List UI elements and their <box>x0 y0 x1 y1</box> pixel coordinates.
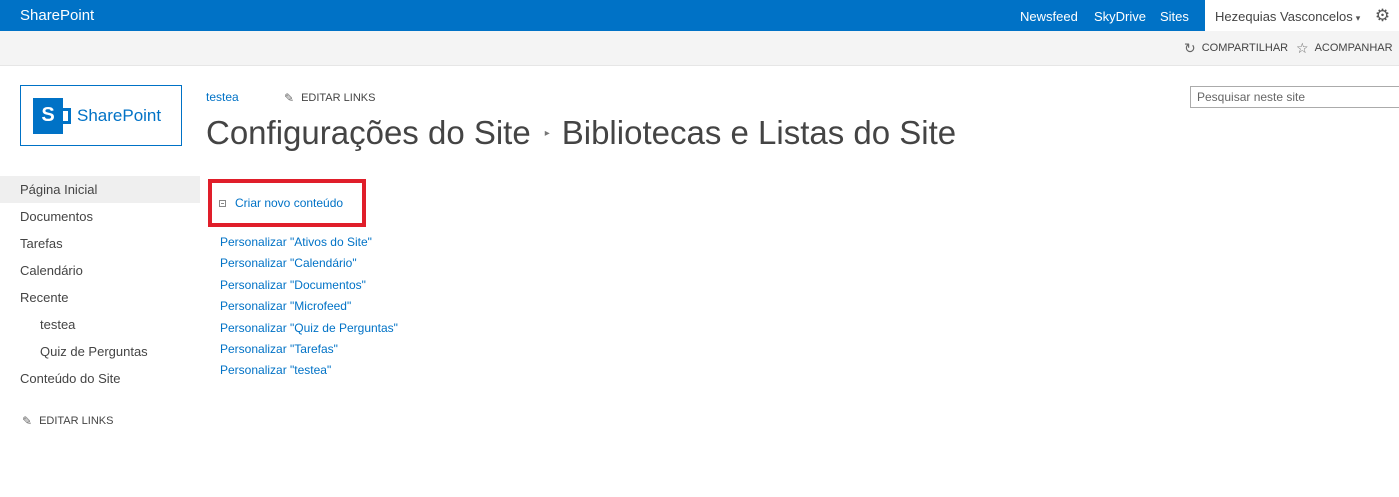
nav-item-documents[interactable]: Documentos <box>0 203 200 230</box>
nav-item-tasks[interactable]: Tarefas <box>0 230 200 257</box>
nav-item-quiz[interactable]: Quiz de Perguntas <box>0 338 200 365</box>
left-navigation: Página Inicial Documentos Tarefas Calend… <box>0 176 200 392</box>
customize-calendar-link[interactable]: Personalizar "Calendário" <box>220 255 398 276</box>
site-logo[interactable]: S SharePoint <box>20 85 182 146</box>
sites-link[interactable]: Sites <box>1160 9 1189 24</box>
create-new-content-label: Criar novo conteúdo <box>235 196 344 210</box>
pencil-icon: ✎ <box>22 414 33 428</box>
edit-links-left-label: EDITAR LINKS <box>39 415 114 427</box>
search-input[interactable] <box>1190 86 1399 108</box>
logo-text: SharePoint <box>77 105 162 125</box>
skydrive-link[interactable]: SkyDrive <box>1094 9 1146 24</box>
pencil-icon: ✎ <box>284 91 295 105</box>
ribbon-bar: ↻ COMPARTILHAR ☆ ACOMPANHAR <box>0 31 1399 66</box>
share-icon: ↻ <box>1184 39 1196 56</box>
title-site-settings-link[interactable]: Configurações do Site <box>206 114 531 152</box>
edit-links-top-label: EDITAR LINKS <box>301 92 376 104</box>
follow-button[interactable]: ☆ ACOMPANHAR <box>1296 39 1393 56</box>
topnav-link-testea[interactable]: testea <box>206 90 239 104</box>
sharepoint-logo-icon: S <box>33 97 71 134</box>
title-current-page: Bibliotecas e Listas do Site <box>561 114 957 151</box>
nav-item-home[interactable]: Página Inicial <box>0 176 200 203</box>
nav-item-site-contents[interactable]: Conteúdo do Site <box>0 365 200 392</box>
user-name: Hezequias Vasconcelos <box>1215 9 1353 24</box>
star-icon: ☆ <box>1296 39 1309 56</box>
customize-quiz-link[interactable]: Personalizar "Quiz de Perguntas" <box>220 320 398 341</box>
edit-links-left-button[interactable]: ✎ EDITAR LINKS <box>22 414 113 428</box>
customize-tasks-link[interactable]: Personalizar "Tarefas" <box>220 341 398 362</box>
page-title: Configurações do Site ▸ Bibliotecas e Li… <box>206 114 956 152</box>
newsfeed-link[interactable]: Newsfeed <box>1020 9 1078 24</box>
customize-documents-link[interactable]: Personalizar "Documentos" <box>220 277 398 298</box>
nav-item-calendar[interactable]: Calendário <box>0 257 200 284</box>
user-menu[interactable]: Hezequias Vasconcelos ▾ <box>1205 0 1366 31</box>
edit-links-top-button[interactable]: ✎ EDITAR LINKS <box>284 91 375 105</box>
customize-site-assets-link[interactable]: Personalizar "Ativos do Site" <box>220 234 398 255</box>
gear-icon[interactable]: ⚙ <box>1366 0 1399 31</box>
chevron-down-icon: ▾ <box>1355 13 1361 23</box>
breadcrumb-separator-icon: ▸ <box>544 127 550 139</box>
nav-item-recent[interactable]: Recente <box>0 284 200 311</box>
share-label: COMPARTILHAR <box>1201 42 1289 54</box>
suite-brand[interactable]: SharePoint <box>20 7 94 24</box>
suite-bar: SharePoint Newsfeed SkyDrive Sites Hezeq… <box>0 0 1399 31</box>
expand-icon <box>219 199 226 207</box>
nav-item-testea[interactable]: testea <box>0 311 200 338</box>
customize-microfeed-link[interactable]: Personalizar "Microfeed" <box>220 298 398 319</box>
customize-testea-link[interactable]: Personalizar "testea" <box>220 362 398 383</box>
create-new-content-link[interactable]: Criar novo conteúdo <box>219 196 343 210</box>
customize-links-list: Personalizar "Ativos do Site" Personaliz… <box>220 234 398 384</box>
follow-label: ACOMPANHAR <box>1314 42 1393 54</box>
share-button[interactable]: ↻ COMPARTILHAR <box>1184 39 1289 56</box>
